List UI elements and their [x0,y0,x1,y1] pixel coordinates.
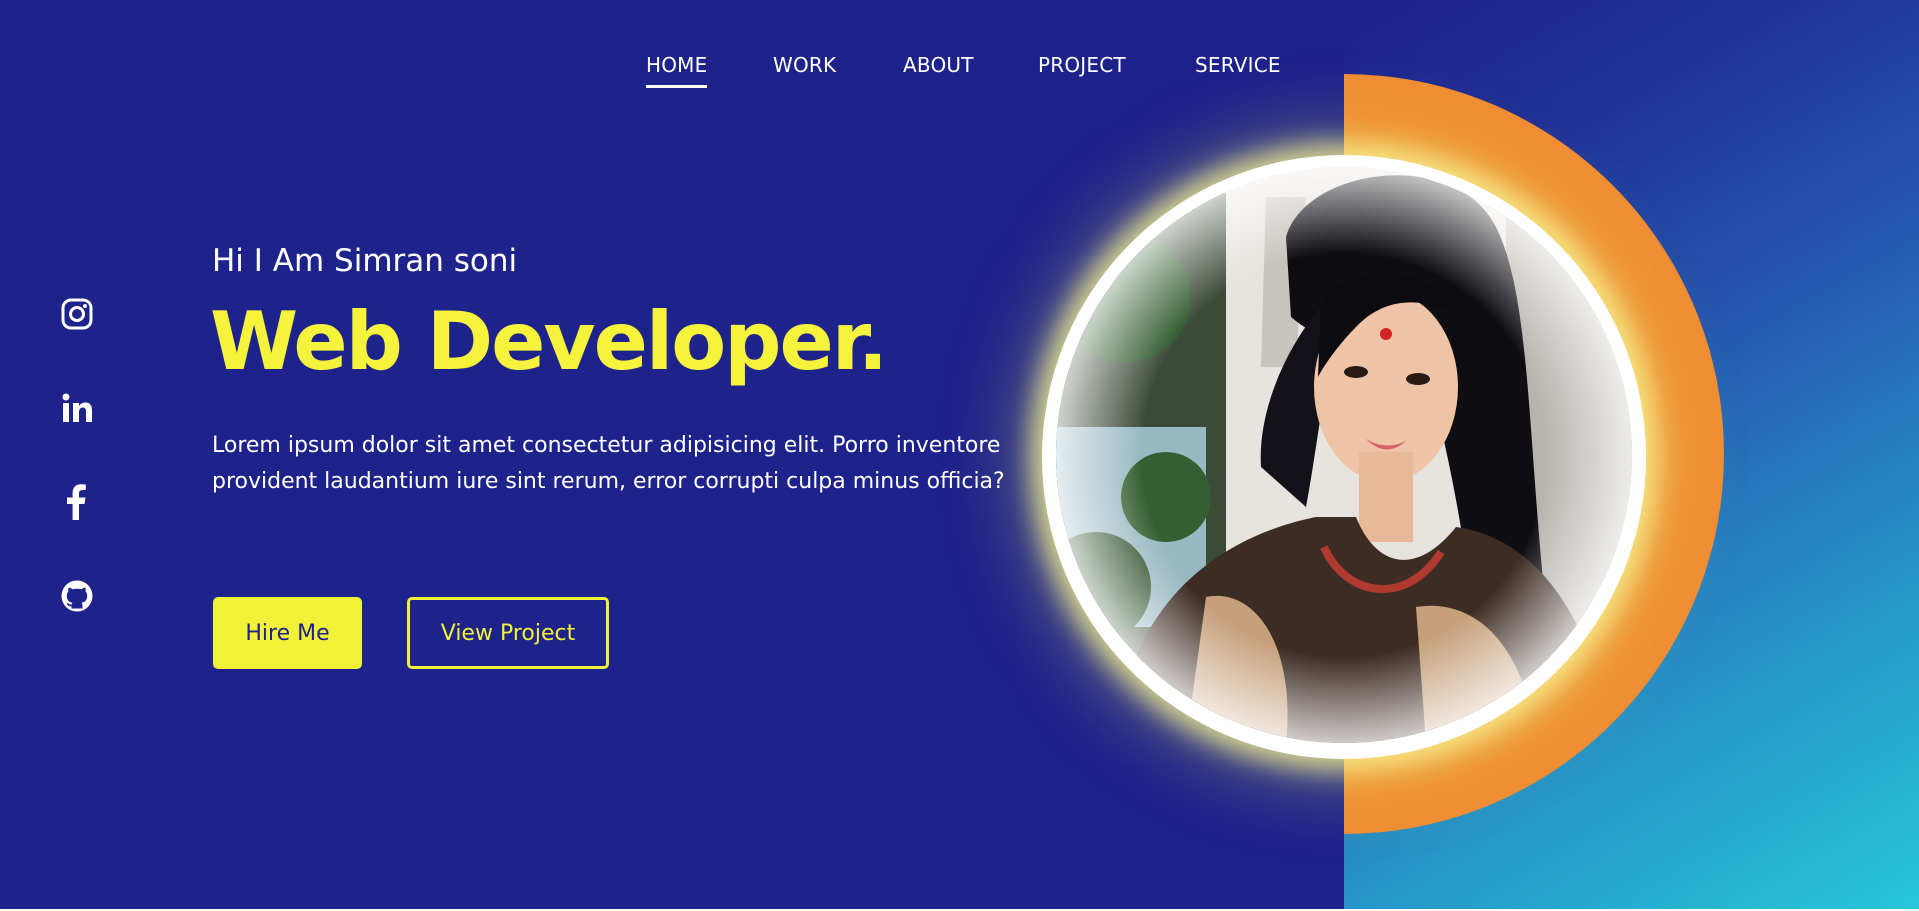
facebook-icon [67,484,86,520]
instagram-link[interactable] [57,294,97,334]
page: HOME WORK ABOUT PROJECT SERVICE Hi I Am … [0,0,1919,911]
facebook-link[interactable] [57,482,97,522]
github-icon [61,580,93,612]
hero-description: Lorem ipsum dolor sit amet consectetur a… [212,433,1005,494]
hero-section: HOME WORK ABOUT PROJECT SERVICE Hi I Am … [0,0,1919,909]
github-link[interactable] [57,576,97,616]
top-nav: HOME WORK ABOUT PROJECT SERVICE [0,53,1919,93]
profile-photo-illustration [1056,167,1632,743]
nav-item-project[interactable]: PROJECT [1038,53,1126,77]
nav-item-service[interactable]: SERVICE [1195,53,1281,77]
hire-me-button[interactable]: Hire Me [213,597,362,669]
greeting-text: Hi I Am Simran soni [212,243,518,279]
profile-photo [1056,167,1632,743]
linkedin-link[interactable] [57,388,97,428]
page-title: Web Developer. [210,295,888,388]
instagram-icon [61,298,93,330]
nav-item-about[interactable]: ABOUT [903,53,974,77]
view-project-button[interactable]: View Project [407,597,609,669]
nav-item-home[interactable]: HOME [646,53,708,88]
nav-item-work[interactable]: WORK [773,53,836,77]
linkedin-icon [62,393,92,422]
